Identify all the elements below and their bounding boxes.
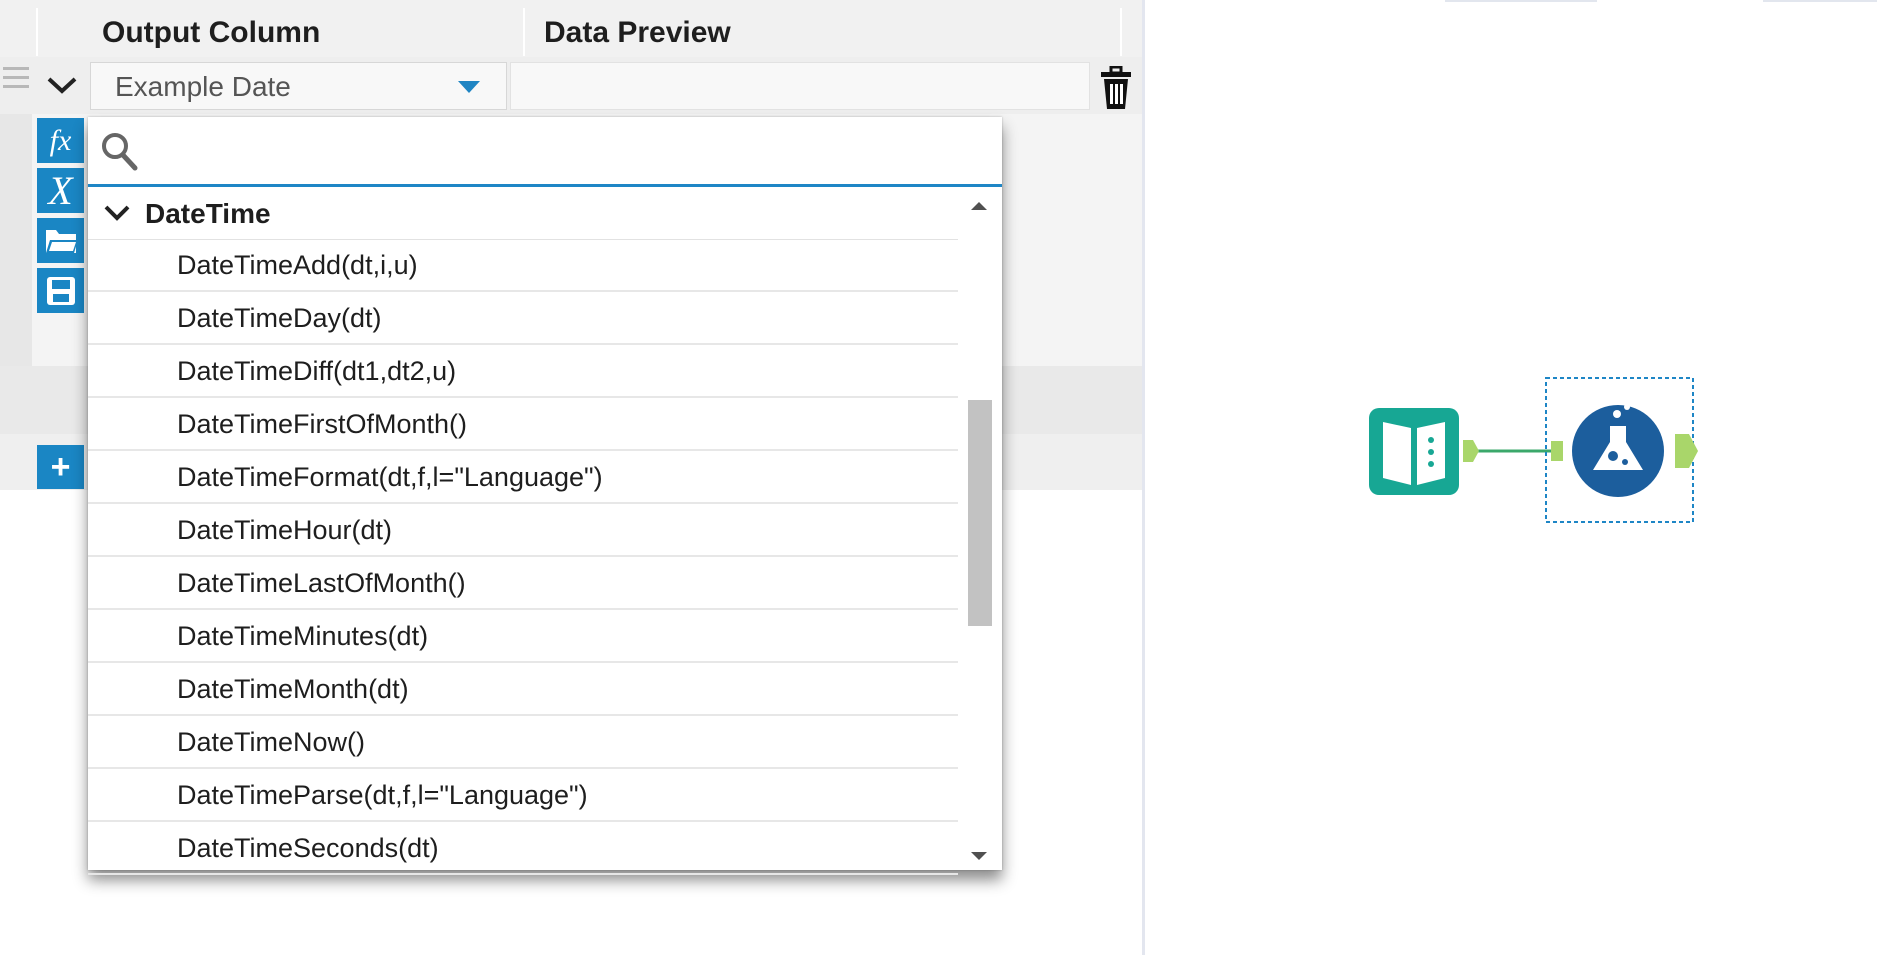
scroll-up-arrow-icon[interactable] xyxy=(971,202,987,210)
function-list-scrollbar[interactable] xyxy=(958,187,1002,870)
function-item[interactable]: DateTimeFirstOfMonth() xyxy=(88,398,958,451)
function-item[interactable]: DateTimeAdd(dt,i,u) xyxy=(88,239,958,292)
function-search-box xyxy=(88,117,1002,187)
open-folder-icon xyxy=(45,229,78,253)
trash-icon xyxy=(1101,65,1131,109)
variables-button[interactable]: X xyxy=(37,168,84,213)
function-item[interactable]: DateTimeParse(dt,f,l="Language") xyxy=(88,769,958,822)
header-divider xyxy=(1120,8,1122,56)
function-item[interactable]: DateTimeNow() xyxy=(88,716,958,769)
collapse-row-button[interactable] xyxy=(37,60,87,110)
function-item[interactable]: DateTimeSeconds(dt) xyxy=(88,822,958,875)
input-book-icon xyxy=(1369,408,1459,495)
workflow-graph xyxy=(1369,377,1698,523)
function-item[interactable]: DateTimeDiff(dt1,dt2,u) xyxy=(88,345,958,398)
variable-x-icon: X xyxy=(48,167,73,213)
scrollbar-thumb[interactable] xyxy=(968,400,992,626)
function-item[interactable]: DateTimeFormat(dt,f,l="Language") xyxy=(88,451,958,504)
chevron-down-icon xyxy=(104,205,130,221)
delete-expression-button[interactable] xyxy=(1100,65,1132,110)
chevron-down-icon xyxy=(47,77,77,94)
fx-icon: fx xyxy=(49,123,72,157)
output-anchor[interactable] xyxy=(1463,440,1479,462)
search-icon xyxy=(102,133,138,171)
save-icon xyxy=(46,276,75,305)
formula-config-panel: Output Column Data Preview Example Date … xyxy=(0,0,1145,955)
selected-column-value: Example Date xyxy=(115,71,291,102)
workflow-canvas[interactable] xyxy=(1145,0,1877,955)
function-item[interactable]: DateTimeDay(dt) xyxy=(88,292,958,345)
add-expression-button[interactable]: + xyxy=(37,445,84,489)
expression-toolbar: fx X xyxy=(37,118,84,318)
category-label: DateTime xyxy=(145,198,271,229)
output-column-header[interactable]: Output Column xyxy=(88,0,523,57)
function-picker-popup: DateTime DateTimeAdd(dt,i,u) DateTimeDay… xyxy=(88,117,1002,875)
scroll-down-arrow-icon[interactable] xyxy=(971,852,987,860)
drag-handle[interactable] xyxy=(3,67,29,103)
header-divider xyxy=(523,8,525,56)
column-header-row: Output Column Data Preview xyxy=(0,0,1142,58)
data-preview-header[interactable]: Data Preview xyxy=(530,0,1120,57)
functions-button[interactable]: fx xyxy=(37,118,84,163)
function-item[interactable]: DateTimeHour(dt) xyxy=(88,504,958,557)
input-anchor[interactable] xyxy=(1551,441,1563,461)
dropdown-arrow-icon xyxy=(458,81,480,93)
header-divider xyxy=(36,8,38,56)
category-datetime[interactable]: DateTime xyxy=(88,187,958,240)
canvas-top-edge xyxy=(1445,0,1597,2)
function-item[interactable]: DateTimeMinutes(dt) xyxy=(88,610,958,663)
function-item[interactable]: DateTimeLastOfMonth() xyxy=(88,557,958,610)
formula-tool-node[interactable] xyxy=(1572,404,1664,497)
function-search-input[interactable] xyxy=(148,127,982,177)
function-list: DateTimeAdd(dt,i,u) DateTimeDay(dt) Date… xyxy=(88,239,958,875)
open-expression-button[interactable] xyxy=(37,218,84,263)
function-item[interactable]: DateTimeMonth(dt) xyxy=(88,663,958,716)
input-tool-node[interactable] xyxy=(1369,408,1459,495)
data-preview-cell xyxy=(510,62,1090,110)
canvas-top-edge xyxy=(1763,0,1877,2)
save-expression-button[interactable] xyxy=(37,268,84,313)
output-anchor[interactable] xyxy=(1675,434,1698,468)
output-column-dropdown[interactable]: Example Date xyxy=(90,62,507,110)
